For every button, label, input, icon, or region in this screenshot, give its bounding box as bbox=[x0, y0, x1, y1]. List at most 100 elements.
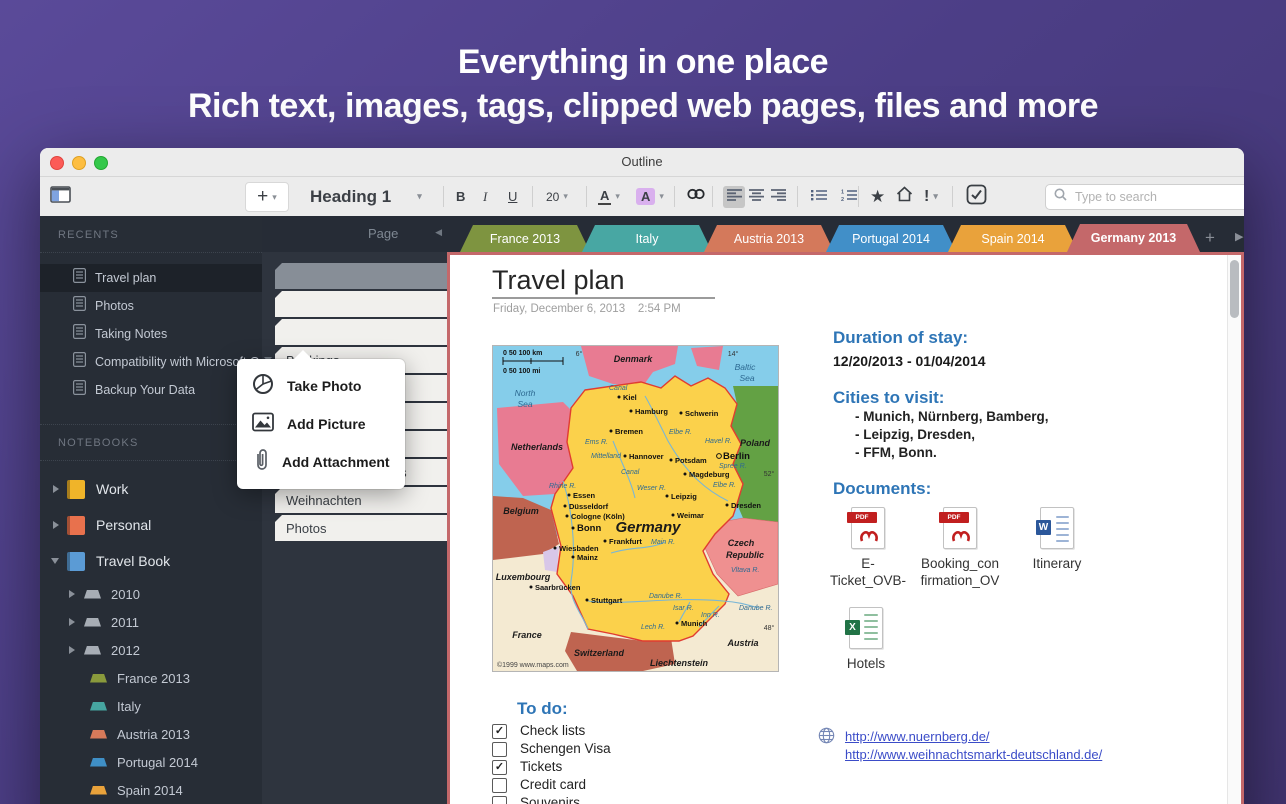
add-page-label[interactable]: Page bbox=[368, 226, 398, 241]
sidebar-item-compatibility[interactable]: Compatibility with Microsoft OneNote bbox=[40, 348, 262, 376]
notebook-icon bbox=[67, 552, 85, 571]
notebook-work[interactable]: Work bbox=[40, 472, 262, 506]
favorite-button[interactable]: ★ bbox=[870, 177, 885, 216]
important-tag-button[interactable]: ! ▾ bbox=[924, 177, 938, 216]
todo-checkbox[interactable]: ✓ bbox=[492, 778, 507, 793]
todo-checkbox[interactable]: ✓ bbox=[492, 760, 507, 775]
notebook-travel-book[interactable]: Travel Book bbox=[40, 544, 262, 578]
notebook-personal[interactable]: Personal bbox=[40, 508, 262, 542]
tab-italy[interactable]: Italy bbox=[582, 225, 712, 252]
add-content-button[interactable]: +▾ bbox=[245, 182, 289, 212]
collapse-panel-icon[interactable]: ◀ bbox=[435, 227, 442, 238]
note-page[interactable]: Travel plan Friday, December 6, 2013 2:5… bbox=[447, 252, 1244, 804]
tab-label: Germany 2013 bbox=[1091, 231, 1176, 245]
svg-text:0 50 100 mi: 0 50 100 mi bbox=[503, 368, 540, 375]
sidebar-item-label: Backup Your Data bbox=[95, 383, 195, 397]
section-portugal-2014[interactable]: Portugal 2014 bbox=[40, 748, 262, 776]
sidebar-toggle-icon bbox=[50, 186, 71, 208]
numbered-list-button[interactable]: 12 bbox=[838, 186, 860, 208]
highlight-color-button[interactable]: A ▾ bbox=[636, 177, 664, 216]
section-icon bbox=[84, 590, 101, 599]
tab-france-2013[interactable]: France 2013 bbox=[460, 225, 590, 252]
section-spain-2014[interactable]: Spain 2014 bbox=[40, 776, 262, 804]
svg-text:Denmark: Denmark bbox=[614, 354, 654, 364]
chevron-right-icon[interactable] bbox=[69, 618, 75, 626]
todo-checkbox[interactable]: ✓ bbox=[492, 796, 507, 804]
scroll-tabs-right-icon[interactable]: ▶ bbox=[1235, 230, 1243, 243]
svg-text:Ems R.: Ems R. bbox=[585, 439, 608, 446]
section-group-2011[interactable]: 2011 bbox=[40, 608, 262, 636]
home-button[interactable] bbox=[896, 177, 913, 216]
window-title: Outline bbox=[40, 154, 1244, 169]
section-austria-2013[interactable]: Austria 2013 bbox=[40, 720, 262, 748]
tab-portugal-2014[interactable]: Portugal 2014 bbox=[826, 225, 956, 252]
svg-text:Isar R.: Isar R. bbox=[673, 605, 694, 612]
search-input[interactable] bbox=[1073, 189, 1244, 205]
svg-text:Danube R.: Danube R. bbox=[739, 605, 773, 612]
menu-item-add-picture[interactable]: Add Picture bbox=[237, 405, 405, 443]
add-section-button[interactable]: + bbox=[1205, 228, 1215, 248]
italic-button[interactable]: I bbox=[483, 177, 487, 216]
todo-checkbox[interactable]: ✓ bbox=[492, 742, 507, 757]
align-center-button[interactable] bbox=[745, 186, 767, 208]
svg-text:Dresden: Dresden bbox=[731, 501, 761, 510]
search-box[interactable] bbox=[1045, 184, 1244, 210]
page-row-photos[interactable]: Photos bbox=[275, 515, 447, 541]
page-label: Photos bbox=[275, 521, 326, 536]
page-row[interactable] bbox=[275, 263, 447, 289]
bullet-list-button[interactable] bbox=[808, 186, 830, 208]
todo-checkbox[interactable]: ✓ bbox=[492, 724, 507, 739]
notebook-label: Travel Book bbox=[96, 553, 170, 569]
menu-item-take-photo[interactable]: Take Photo bbox=[237, 367, 405, 405]
page-title[interactable]: Travel plan bbox=[492, 265, 625, 296]
toggle-sidebar-button[interactable] bbox=[50, 177, 71, 216]
scrollbar[interactable] bbox=[1227, 255, 1241, 804]
link-weihnachtsmarkt[interactable]: http://www.weihnachtsmarkt-deutschland.d… bbox=[845, 746, 1102, 764]
notebook-label: Work bbox=[96, 481, 128, 497]
page-row[interactable] bbox=[275, 319, 447, 345]
align-right-button[interactable] bbox=[767, 186, 789, 208]
notebooks-header: NOTEBOOKS bbox=[58, 437, 138, 449]
font-size-select[interactable]: 20 ▾ bbox=[546, 177, 568, 216]
menu-item-add-attachment[interactable]: Add Attachment bbox=[237, 443, 405, 481]
bold-button[interactable]: B bbox=[456, 177, 465, 216]
attachment-word-itinerary[interactable]: W Itinerary bbox=[1002, 507, 1112, 572]
section-label: Portugal 2014 bbox=[117, 755, 198, 770]
paperclip-icon bbox=[255, 448, 269, 477]
chevron-right-icon[interactable] bbox=[69, 646, 75, 654]
todo-label: Credit card bbox=[520, 777, 586, 792]
section-france-2013[interactable]: France 2013 bbox=[40, 664, 262, 692]
svg-text:1: 1 bbox=[841, 189, 844, 195]
sidebar-item-taking-notes[interactable]: Taking Notes bbox=[40, 320, 262, 348]
documents-heading: Documents: bbox=[833, 479, 931, 499]
font-color-button[interactable]: A ▾ bbox=[598, 177, 620, 216]
svg-text:Lech R.: Lech R. bbox=[641, 624, 665, 631]
insert-link-button[interactable] bbox=[686, 177, 706, 216]
section-italy[interactable]: Italy bbox=[40, 692, 262, 720]
link-nuernberg[interactable]: http://www.nuernberg.de/ bbox=[845, 728, 1102, 746]
chevron-right-icon[interactable] bbox=[53, 485, 59, 493]
sidebar-item-travel-plan[interactable]: Travel plan bbox=[40, 264, 262, 292]
chevron-right-icon[interactable] bbox=[53, 521, 59, 529]
section-group-2010[interactable]: 2010 bbox=[40, 580, 262, 608]
attachment-pdf-booking[interactable]: PDF Booking_confirmation_OV bbox=[905, 507, 1015, 589]
section-label: 2012 bbox=[111, 643, 140, 658]
align-left-button[interactable] bbox=[723, 186, 745, 208]
svg-text:Sea: Sea bbox=[517, 399, 532, 409]
link-icon bbox=[686, 187, 706, 206]
todo-checkbox-button[interactable] bbox=[966, 177, 987, 216]
page-row-weihnachten[interactable]: Weihnachten bbox=[275, 487, 447, 513]
tab-germany-2013[interactable]: Germany 2013 bbox=[1067, 224, 1200, 252]
underline-button[interactable]: U bbox=[508, 177, 517, 216]
page-row[interactable] bbox=[275, 291, 447, 317]
paragraph-style-select[interactable]: Heading 1 ▾ bbox=[310, 177, 422, 216]
tab-spain-2014[interactable]: Spain 2014 bbox=[948, 225, 1078, 252]
tab-austria-2013[interactable]: Austria 2013 bbox=[704, 225, 834, 252]
attachment-excel-hotels[interactable]: X Hotels bbox=[811, 607, 921, 672]
scrollbar-thumb[interactable] bbox=[1230, 260, 1239, 318]
chevron-down-icon[interactable] bbox=[51, 558, 59, 564]
section-group-2012[interactable]: 2012 bbox=[40, 636, 262, 664]
chevron-right-icon[interactable] bbox=[69, 590, 75, 598]
sidebar-item-backup[interactable]: Backup Your Data bbox=[40, 376, 262, 404]
sidebar-item-photos[interactable]: Photos bbox=[40, 292, 262, 320]
